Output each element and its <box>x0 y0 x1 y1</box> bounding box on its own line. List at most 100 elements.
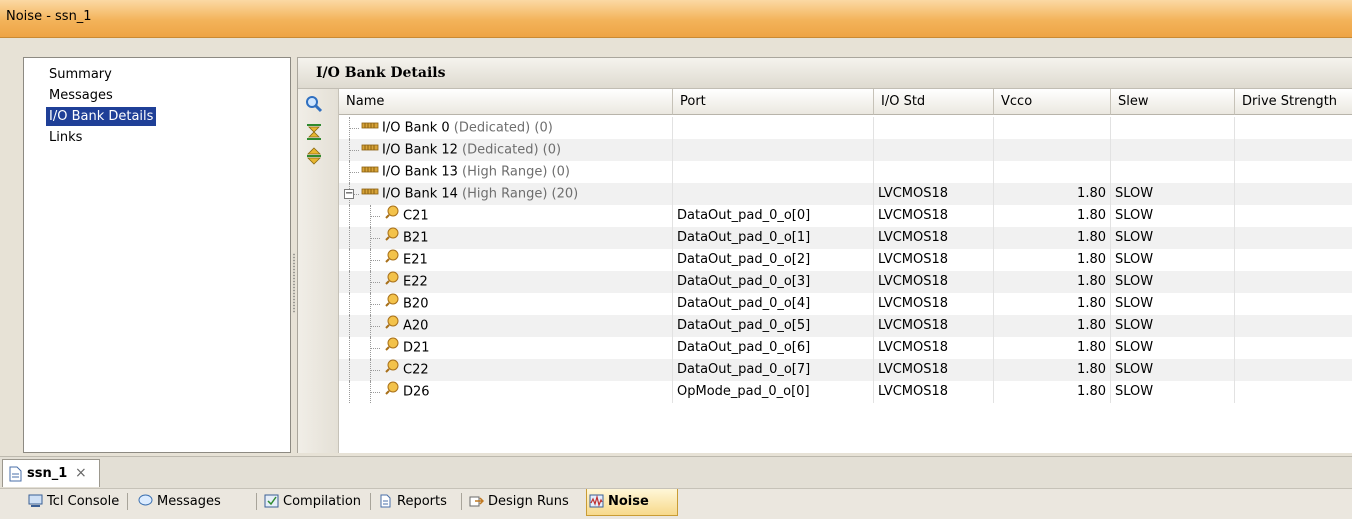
cell-port <box>673 117 874 139</box>
tree-node[interactable]: I/O Bank 13 (High Range) (0) <box>361 161 570 183</box>
cell-name: B20 <box>339 293 673 315</box>
table-row[interactable]: I/O Bank 0 (Dedicated) (0) <box>339 117 1352 139</box>
nav-item-messages[interactable]: Messages <box>46 86 116 105</box>
doc-tab-ssn-1[interactable]: ssn_1 × <box>2 459 100 487</box>
close-icon[interactable]: × <box>75 465 87 481</box>
tree-node[interactable]: I/O Bank 0 (Dedicated) (0) <box>361 117 553 139</box>
table-row[interactable]: D26 OpMode_pad_0_o[0] LVCMOS18 1.80 SLOW <box>339 381 1352 403</box>
cell-port: DataOut_pad_0_o[2] <box>673 249 874 271</box>
table-row[interactable]: B21 DataOut_pad_0_o[1] LVCMOS18 1.80 SLOW <box>339 227 1352 249</box>
tab-separator <box>461 493 462 510</box>
document-icon <box>9 466 22 482</box>
tree-line <box>370 370 380 371</box>
noise-panel: Summary Messages I/O Bank Details Links … <box>0 38 1352 456</box>
tree-node[interactable]: I/O Bank 12 (Dedicated) (0) <box>361 139 561 161</box>
node-detail: (High Range) (20) <box>457 186 579 202</box>
tab-tcl-console[interactable]: Tcl Console <box>26 489 119 514</box>
tab-label: Design Runs <box>488 494 569 509</box>
cell-vcco <box>994 117 1111 139</box>
table-row[interactable]: D21 DataOut_pad_0_o[6] LVCMOS18 1.80 SLOW <box>339 337 1352 359</box>
bottom-tab-bar: Tcl Console Messages Compilation Reports… <box>0 488 1352 519</box>
document-tab-bar: ssn_1 × <box>0 456 1352 488</box>
cell-slew <box>1111 139 1235 161</box>
cell-name: E22 <box>339 271 673 293</box>
tree-node[interactable]: I/O Bank 14 (High Range) (20) <box>361 183 578 205</box>
pin-icon <box>385 271 400 293</box>
collapse-toggle-icon[interactable]: − <box>344 189 354 199</box>
cell-name: C21 <box>339 205 673 227</box>
tab-label: Compilation <box>283 494 362 509</box>
cell-slew <box>1111 117 1235 139</box>
table-row[interactable]: B20 DataOut_pad_0_o[4] LVCMOS18 1.80 SLOW <box>339 293 1352 315</box>
cell-std: LVCMOS18 <box>874 271 994 293</box>
node-name: D26 <box>403 384 430 400</box>
cell-std: LVCMOS18 <box>874 337 994 359</box>
column-header-slew[interactable]: Slew <box>1111 89 1235 115</box>
tab-messages[interactable]: Messages <box>136 489 221 514</box>
tree-line <box>349 359 350 381</box>
table-row[interactable]: − I/O Bank 14 (High Range) (20) LVCMOS18 1.… <box>339 183 1352 205</box>
tab-label: Noise <box>608 494 649 509</box>
table-row[interactable]: I/O Bank 12 (Dedicated) (0) <box>339 139 1352 161</box>
tree-line <box>370 282 380 283</box>
cell-slew: SLOW <box>1111 227 1235 249</box>
table-row[interactable]: A20 DataOut_pad_0_o[5] LVCMOS18 1.80 SLOW <box>339 315 1352 337</box>
cell-name: D26 <box>339 381 673 403</box>
tree-line <box>370 238 380 239</box>
cell-port: DataOut_pad_0_o[1] <box>673 227 874 249</box>
tree-node[interactable]: C21 <box>385 205 429 227</box>
pin-icon <box>385 381 400 403</box>
cell-slew: SLOW <box>1111 337 1235 359</box>
table-row[interactable]: I/O Bank 13 (High Range) (0) <box>339 161 1352 183</box>
node-name: C21 <box>403 208 429 224</box>
cell-slew: SLOW <box>1111 381 1235 403</box>
column-header-vcco[interactable]: Vcco <box>994 89 1111 115</box>
node-name: A20 <box>403 318 429 334</box>
column-header-drive-strength[interactable]: Drive Strength <box>1235 89 1352 115</box>
expand-all-icon[interactable] <box>305 147 323 165</box>
speech-bubble-icon <box>138 494 153 506</box>
column-header-port[interactable]: Port <box>673 89 874 115</box>
table-row[interactable]: E21 DataOut_pad_0_o[2] LVCMOS18 1.80 SLOW <box>339 249 1352 271</box>
cell-name: E21 <box>339 249 673 271</box>
cell-vcco: 1.80 <box>994 359 1111 381</box>
tab-noise[interactable]: Noise <box>586 489 678 516</box>
table-row[interactable]: E22 DataOut_pad_0_o[3] LVCMOS18 1.80 SLOW <box>339 271 1352 293</box>
doc-tab-label: ssn_1 <box>27 466 68 481</box>
collapse-all-icon[interactable] <box>305 123 323 141</box>
nav-item-summary[interactable]: Summary <box>46 65 115 84</box>
cell-std: LVCMOS18 <box>874 381 994 403</box>
table-row[interactable]: C22 DataOut_pad_0_o[7] LVCMOS18 1.80 SLOW <box>339 359 1352 381</box>
pin-icon <box>385 249 400 271</box>
splitter-handle[interactable] <box>292 253 296 313</box>
tree-node[interactable]: D21 <box>385 337 430 359</box>
node-name: I/O Bank 12 <box>382 142 458 158</box>
tree-node[interactable]: E22 <box>385 271 428 293</box>
column-header-name[interactable]: Name <box>339 89 673 115</box>
pin-icon <box>385 227 400 249</box>
tab-reports[interactable]: Reports <box>376 489 447 514</box>
tree-node[interactable]: A20 <box>385 315 428 337</box>
tree-node[interactable]: B21 <box>385 227 428 249</box>
cell-std: LVCMOS18 <box>874 227 994 249</box>
tree-node[interactable]: C22 <box>385 359 429 381</box>
tree-line <box>349 172 359 173</box>
tab-compilation[interactable]: Compilation <box>262 489 361 514</box>
cell-vcco <box>994 161 1111 183</box>
cell-slew: SLOW <box>1111 271 1235 293</box>
tab-design-runs[interactable]: Design Runs <box>467 489 569 514</box>
column-header-io-std[interactable]: I/O Std <box>874 89 994 115</box>
tree-node[interactable]: D26 <box>385 381 430 403</box>
cell-drive <box>1235 161 1352 183</box>
nav-item-links[interactable]: Links <box>46 128 85 147</box>
node-name: D21 <box>403 340 430 356</box>
cell-port: DataOut_pad_0_o[6] <box>673 337 874 359</box>
cell-std: LVCMOS18 <box>874 359 994 381</box>
search-icon[interactable] <box>305 95 323 113</box>
tree-node[interactable]: B20 <box>385 293 428 315</box>
tree-node[interactable]: E21 <box>385 249 428 271</box>
node-name: E22 <box>403 274 428 290</box>
cell-vcco: 1.80 <box>994 205 1111 227</box>
nav-item-io-bank-details[interactable]: I/O Bank Details <box>46 107 157 126</box>
table-row[interactable]: C21 DataOut_pad_0_o[0] LVCMOS18 1.80 SLOW <box>339 205 1352 227</box>
